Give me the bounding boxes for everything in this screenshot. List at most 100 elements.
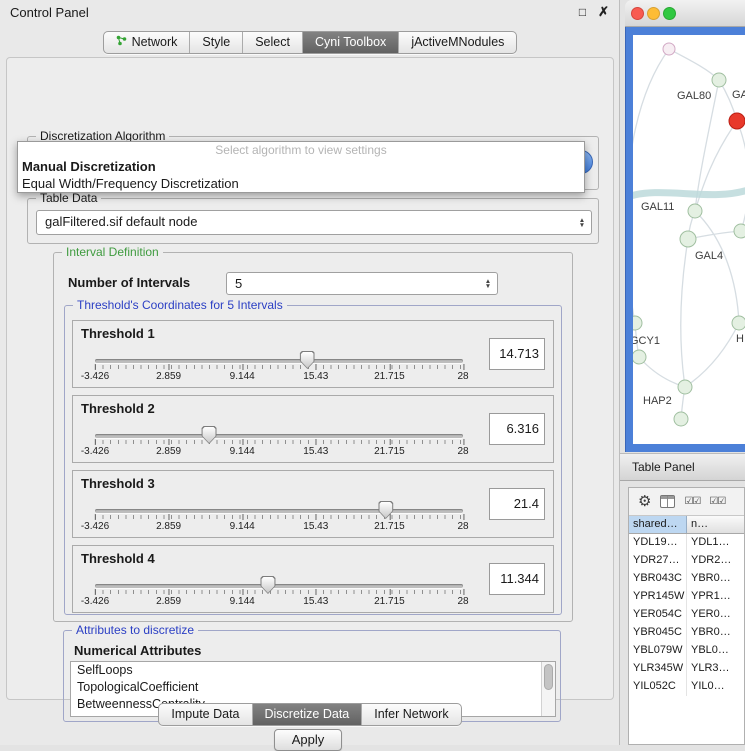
- list-item[interactable]: SelfLoops: [71, 662, 555, 679]
- slider-scale: -3.426 2.859 9.144 15.43 21.715 28: [95, 446, 463, 458]
- slider-thumb[interactable]: [260, 576, 275, 594]
- network-node[interactable]: [663, 43, 675, 55]
- tab-label: Cyni Toolbox: [315, 35, 386, 49]
- slider-track[interactable]: [95, 584, 463, 588]
- table-row[interactable]: YDL19…YDL1…: [629, 534, 744, 552]
- bottom-tabbar: Impute Data Discretize Data Infer Networ…: [0, 703, 620, 726]
- combo-stepper-icon[interactable]: ▲▼: [482, 273, 494, 294]
- tab-jactivemnodules[interactable]: jActiveMNodules: [399, 32, 516, 53]
- slider-ticks: [95, 440, 463, 444]
- threshold-3-value-field[interactable]: 21.4: [489, 488, 545, 520]
- table-toolbar: ⚙ ☑☑ ☑☑: [629, 488, 744, 516]
- columns-icon[interactable]: [660, 495, 675, 508]
- select-all-columns-icon[interactable]: ☑☑: [684, 496, 700, 507]
- slider-track[interactable]: [95, 359, 463, 363]
- dropdown-option-manual[interactable]: Manual Discretization: [18, 158, 584, 175]
- threshold-4-value-field[interactable]: 11.344: [489, 563, 545, 595]
- column-header-shared-name[interactable]: shared…: [629, 516, 687, 533]
- tab-infer-network[interactable]: Infer Network: [362, 704, 460, 725]
- traffic-light-close-icon[interactable]: [631, 7, 644, 20]
- table-row[interactable]: YDR27…YDR2…: [629, 552, 744, 570]
- slider-thumb[interactable]: [300, 351, 315, 369]
- slider-scale: -3.426 2.859 9.144 15.43 21.715 28: [95, 596, 463, 608]
- panel-title: Control Panel: [10, 5, 89, 20]
- tab-impute-data[interactable]: Impute Data: [159, 704, 252, 725]
- combo-value: 5: [235, 273, 242, 295]
- tab-cyni-toolbox[interactable]: Cyni Toolbox: [303, 32, 399, 53]
- slider-scale: -3.426 2.859 9.144 15.43 21.715 28: [95, 521, 463, 533]
- group-title: Table Data: [36, 191, 101, 205]
- apply-button[interactable]: Apply: [274, 729, 342, 751]
- network-graph: GAL80 GA GAL11 GAL4 GCY1 HAP2 H: [633, 35, 745, 444]
- traffic-light-zoom-icon[interactable]: [663, 7, 676, 20]
- list-item[interactable]: TopologicalCoefficient: [71, 679, 555, 696]
- table-row[interactable]: YPR145WYPR1…: [629, 588, 744, 606]
- table-panel-window: ⚙ ☑☑ ☑☑ shared… n… YDL19…YDL1… YDR27…YDR…: [628, 487, 745, 745]
- network-node[interactable]: [678, 380, 692, 394]
- close-icon[interactable]: ✗: [598, 4, 609, 20]
- slider-thumb[interactable]: [202, 426, 217, 444]
- threshold-3-slider[interactable]: -3.426 2.859 9.144 15.43 21.715 28: [95, 509, 463, 535]
- tab-label: Infer Network: [374, 707, 448, 721]
- table-data-combo[interactable]: galFiltered.sif default node ▲▼: [36, 210, 592, 235]
- network-node[interactable]: [732, 316, 745, 330]
- network-node-selected[interactable]: [729, 113, 745, 129]
- network-node[interactable]: [680, 231, 696, 247]
- gear-icon[interactable]: ⚙: [638, 494, 651, 509]
- traffic-light-minimize-icon[interactable]: [647, 7, 660, 20]
- slider-track[interactable]: [95, 509, 463, 513]
- numerical-attributes-label: Numerical Attributes: [74, 643, 201, 658]
- float-window-icon[interactable]: □: [579, 5, 586, 19]
- threshold-2-slider[interactable]: -3.426 2.859 9.144 15.43 21.715 28: [95, 434, 463, 460]
- threshold-4-box: Threshold 4 -3.426 2.859 9.144 15.43 21.…: [72, 545, 554, 613]
- tab-network[interactable]: Network: [104, 32, 191, 53]
- network-tab-icon: [116, 35, 127, 49]
- tab-label: Discretize Data: [265, 707, 350, 721]
- threshold-2-value-field[interactable]: 6.316: [489, 413, 545, 445]
- table-row[interactable]: YIL052CYIL0…: [629, 678, 744, 696]
- scrollbar-thumb[interactable]: [544, 664, 553, 690]
- control-panel: Control Panel □ ✗ Network Style Select C…: [0, 0, 620, 745]
- table-panel-title: Table Panel: [632, 460, 695, 474]
- threshold-3-box: Threshold 3 -3.426 2.859 9.144 15.43 21.…: [72, 470, 554, 538]
- tab-style[interactable]: Style: [190, 32, 243, 53]
- table-row[interactable]: YBR045CYBR0…: [629, 624, 744, 642]
- group-title: Interval Definition: [62, 245, 163, 259]
- slider-track[interactable]: [95, 434, 463, 438]
- column-header-name[interactable]: n…: [687, 516, 744, 533]
- combo-stepper-icon[interactable]: ▲▼: [576, 211, 588, 234]
- group-title: Threshold's Coordinates for 5 Intervals: [73, 298, 287, 312]
- tab-label: Network: [132, 35, 178, 49]
- threshold-1-box: Threshold 1 -3.426 2.859 9.144 15.43 21.…: [72, 320, 554, 388]
- threshold-4-slider[interactable]: -3.426 2.859 9.144 15.43 21.715 28: [95, 584, 463, 610]
- slider-thumb[interactable]: [378, 501, 393, 519]
- interval-definition-group: Interval Definition Number of Intervals …: [53, 252, 573, 622]
- table-row[interactable]: YBR043CYBR0…: [629, 570, 744, 588]
- threshold-label: Threshold 4: [81, 551, 155, 566]
- network-node[interactable]: [674, 412, 688, 426]
- tab-discretize-data[interactable]: Discretize Data: [253, 704, 363, 725]
- table-row[interactable]: YER054CYER0…: [629, 606, 744, 624]
- node-label-gal11: GAL11: [641, 201, 674, 213]
- table-body: YDL19…YDL1… YDR27…YDR2… YBR043CYBR0… YPR…: [629, 534, 744, 744]
- tab-select[interactable]: Select: [243, 32, 303, 53]
- table-data-group: Table Data galFiltered.sif default node …: [27, 198, 599, 244]
- table-row[interactable]: YBL079WYBL0…: [629, 642, 744, 660]
- number-of-intervals-combo[interactable]: 5 ▲▼: [226, 272, 498, 295]
- network-window-titlebar: [625, 0, 745, 27]
- node-label-partial: GA: [732, 89, 745, 101]
- network-canvas[interactable]: GAL80 GA GAL11 GAL4 GCY1 HAP2 H: [633, 35, 745, 444]
- dropdown-option-equal-width[interactable]: Equal Width/Frequency Discretization: [18, 175, 584, 192]
- table-panel-header: Table Panel: [620, 453, 745, 481]
- network-node[interactable]: [633, 350, 646, 364]
- table-row[interactable]: YLR345WYLR3…: [629, 660, 744, 678]
- threshold-1-value-field[interactable]: 14.713: [489, 338, 545, 370]
- select-rows-icon[interactable]: ☑☑: [709, 496, 725, 507]
- threshold-1-slider[interactable]: -3.426 2.859 9.144 15.43 21.715 28: [95, 359, 463, 385]
- network-node[interactable]: [734, 224, 745, 238]
- node-label-hap2: HAP2: [643, 395, 672, 407]
- node-label-gcy1: GCY1: [633, 335, 660, 347]
- network-node[interactable]: [688, 204, 702, 218]
- network-node[interactable]: [712, 73, 726, 87]
- network-node[interactable]: [633, 316, 642, 330]
